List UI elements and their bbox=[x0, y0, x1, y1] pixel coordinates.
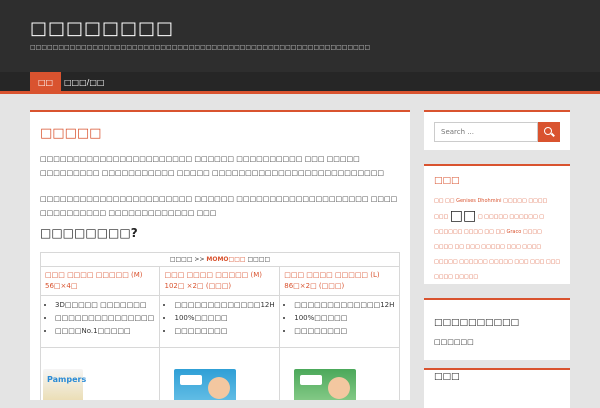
product-name-link[interactable]: □□□ □□□□ □□□□□ (M) 102□ ×2□ (□□□) bbox=[159, 266, 281, 296]
baby-photo bbox=[328, 377, 351, 399]
feature-item: □□□□□□□□□□□□□12H bbox=[294, 299, 395, 312]
comparison-table: □□□□ >> MOMO□□□ □□□□ □□□ □□□□ □□□□□ (M) … bbox=[39, 252, 400, 400]
recent-widget: □□□□□□□□□□ □□□□□□ bbox=[424, 298, 570, 360]
recent-widget-title: □□□□□□□□□□ bbox=[434, 318, 520, 328]
tag-cloud[interactable]: □□ □□ Genises Dhohmini □□□□□ □□□□ □□□ □□… bbox=[434, 194, 562, 285]
product-name-link[interactable]: □□□ □□□□ □□□□□ (L) 86□×2□ (□□□) bbox=[279, 266, 400, 296]
main-nav: □□ □□□/□□ bbox=[0, 72, 600, 94]
feature-list: □□□□□□□□□□□□□12H 100%□□□□□ □□□□□□□□ bbox=[279, 295, 400, 348]
table-caption: □□□□ >> MOMO□□□ □□□□ bbox=[40, 252, 400, 267]
tags-widget: □□□ □□ □□ Genises Dhohmini □□□□□ □□□□ □□… bbox=[424, 164, 570, 284]
site-description: □□□□□□□□□□□□□□□□□□□□□□□□□□□□□□□□□□□□□□□□… bbox=[30, 44, 371, 51]
post-paragraph-1: □□□□□□□□□□□□□□□□□□□□□□□ □□□□□□ □□□□□□□□□… bbox=[40, 155, 384, 177]
bottom-widget: □□□ bbox=[424, 368, 570, 408]
product-image[interactable] bbox=[294, 369, 357, 400]
feature-list: 3D□□□□□ □□□□□□□ □□□□□□□□□□□□□□□ □□□□No.1… bbox=[39, 295, 161, 348]
recent-item-link[interactable]: □□□□□□ bbox=[434, 338, 474, 346]
product-image-cell: Pampers bbox=[39, 347, 161, 400]
tag-link-large[interactable]: □□ bbox=[450, 208, 476, 224]
pampers-logo: Pampers bbox=[47, 375, 87, 384]
caption-prefix: □□□□ >> bbox=[169, 256, 205, 263]
post-title: □□□□□ bbox=[40, 126, 102, 141]
package-label bbox=[180, 375, 203, 385]
feature-item: □□□□□□□□□□□□□□□ bbox=[55, 312, 155, 325]
search-widget bbox=[424, 110, 570, 150]
post-paragraph-2: □□□□□□□□□□□□□□□□□□□□□□□ □□□□□□ □□□□□□□□□… bbox=[40, 195, 398, 217]
section-heading: □□□□□□□□? bbox=[40, 226, 138, 240]
nav-item-about[interactable]: □□□/□□ bbox=[56, 72, 113, 94]
product-image-cell bbox=[279, 347, 400, 400]
baby-photo bbox=[208, 377, 231, 399]
feature-item: 100%□□□□□ bbox=[174, 312, 275, 325]
tags-widget-title: □□□ bbox=[434, 176, 460, 186]
package-label bbox=[300, 375, 323, 385]
feature-item: □□□□□□□□□□□□□12H bbox=[174, 299, 275, 312]
product-image[interactable]: Pampers bbox=[43, 369, 87, 400]
caption-link[interactable]: MOMO□□□ bbox=[206, 256, 245, 263]
feature-item: □□□□□□□□ bbox=[174, 325, 275, 338]
product-image-cell bbox=[159, 347, 281, 400]
feature-item: 100%□□□□□ bbox=[294, 312, 395, 325]
search-button[interactable] bbox=[538, 122, 560, 142]
feature-list: □□□□□□□□□□□□□12H 100%□□□□□ □□□□□□□□ bbox=[159, 295, 281, 348]
feature-item: □□□□□□□□ bbox=[294, 325, 395, 338]
post-content: □□□□□ □□□□□□□□□□□□□□□□□□□□□□□ □□□□□□ □□□… bbox=[30, 110, 410, 400]
site-header: □□□□□□□□ □□□□□□□□□□□□□□□□□□□□□□□□□□□□□□□… bbox=[0, 0, 600, 72]
search-input[interactable] bbox=[434, 122, 538, 142]
feature-item: 3D□□□□□ □□□□□□□ bbox=[55, 299, 155, 312]
caption-suffix: □□□□ bbox=[247, 256, 271, 263]
bottom-widget-title: □□□ bbox=[434, 372, 460, 382]
site-title[interactable]: □□□□□□□□ bbox=[30, 18, 174, 39]
feature-item: □□□□No.1□□□□□ bbox=[55, 325, 155, 338]
product-name-link[interactable]: □□□ □□□□ □□□□□ (M) 56□×4□ bbox=[39, 266, 161, 296]
product-image[interactable] bbox=[174, 369, 237, 400]
